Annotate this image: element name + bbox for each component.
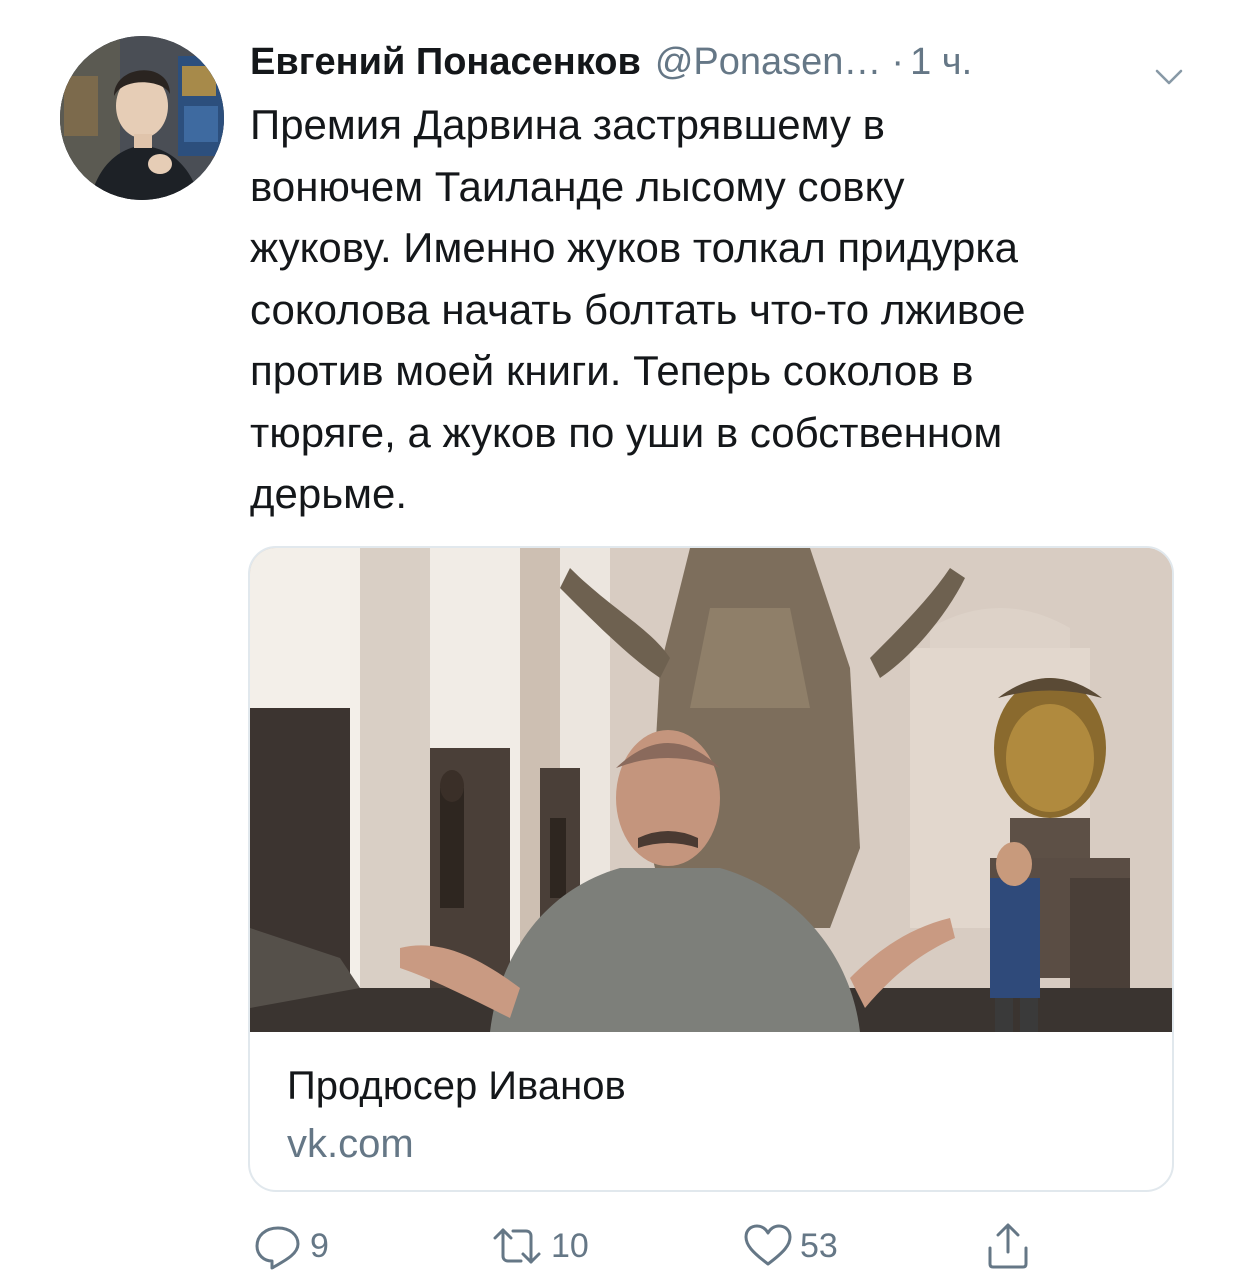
retweet-button[interactable]: 10 (487, 1216, 589, 1276)
tweet-text: Премия Дарвина застрявшему в вонючем Таи… (250, 94, 1190, 525)
avatar[interactable] (60, 36, 224, 200)
like-count: 53 (800, 1226, 838, 1265)
link-preview-domain[interactable]: vk.com (287, 1118, 414, 1170)
chevron-down-icon[interactable] (1154, 50, 1184, 85)
link-preview-card[interactable]: Продюсер Иванов vk.com (248, 546, 1174, 1192)
reply-count: 9 (310, 1226, 329, 1265)
tweet-text-line: Премия Дарвина застрявшему в (250, 101, 885, 148)
link-preview-title[interactable]: Продюсер Иванов (287, 1060, 626, 1112)
retweet-icon (487, 1220, 547, 1272)
avatar-photo (60, 36, 224, 200)
user-handle[interactable]: @Ponasen… (655, 36, 882, 88)
tweet-text-line: против моей книги. Теперь соколов в (250, 347, 974, 394)
share-button[interactable] (980, 1216, 1036, 1276)
share-icon (980, 1218, 1036, 1274)
tweet-header: Евгений Понасенков @Ponasen… · 1 ч. (250, 36, 1190, 88)
reply-icon (250, 1220, 306, 1272)
display-name[interactable]: Евгений Понасенков (250, 36, 641, 88)
tweet-text-line: вонючем Таиланде лысому совку (250, 162, 905, 210)
tweet-text-line: дерьме. (250, 470, 408, 517)
link-preview-image[interactable] (250, 548, 1172, 1032)
tweet-text-line: тюряге, а жуков по уши в собственном (250, 408, 1003, 456)
tweet-actions: 9 10 53 (250, 1216, 1150, 1276)
tweet-text-line: жукову. Именно жуков толкал придурка (250, 224, 1019, 271)
link-preview-photo (250, 548, 1172, 1032)
timestamp[interactable]: 1 ч. (910, 36, 972, 88)
reply-button[interactable]: 9 (250, 1216, 329, 1276)
like-button[interactable]: 53 (740, 1216, 838, 1276)
retweet-count: 10 (551, 1226, 589, 1265)
separator-dot: · (891, 41, 905, 83)
tweet-text-line: соколова начать болтать что-то лживое (250, 285, 1026, 333)
heart-icon (740, 1220, 796, 1272)
